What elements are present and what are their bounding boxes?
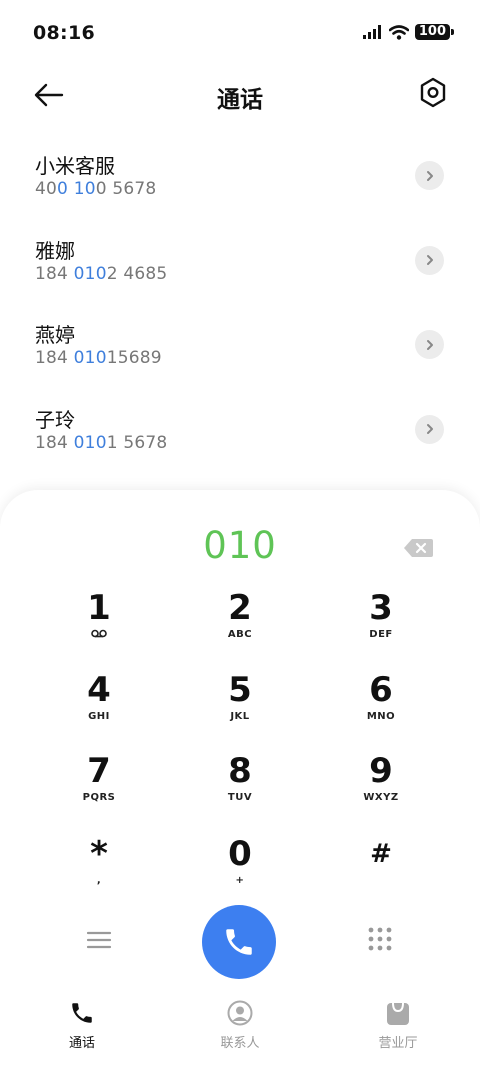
contact-row[interactable]: 子玲 184 0101 5678: [0, 394, 480, 479]
tab-label: 通话: [68, 1036, 95, 1051]
contact-detail-button[interactable]: [415, 330, 444, 359]
settings-hexagon-icon[interactable]: [418, 76, 448, 110]
key-4[interactable]: 4 GHI: [29, 670, 169, 740]
key-5[interactable]: 5 JKL: [170, 670, 310, 740]
key-star[interactable]: * ,: [29, 834, 169, 904]
tab-label: 营业厅: [378, 1036, 418, 1051]
contact-number: 400 100 5678: [35, 179, 157, 199]
contact-number: 184 0102 4685: [35, 263, 168, 284]
contact-detail-button[interactable]: [415, 161, 444, 190]
contact-name: 燕婷: [35, 323, 75, 347]
tab-contacts[interactable]: 联系人: [195, 1000, 285, 1051]
chevron-right-icon: [426, 424, 433, 434]
contact-detail-button[interactable]: [415, 414, 444, 444]
dialpad-panel: 010 1 2 ABC 3 DEF 4 GHI 5 JKL 6 MNO 7 PQ…: [0, 490, 480, 1067]
wifi-icon: [388, 24, 409, 40]
contact-row[interactable]: 小米客服 400 100 5678: [0, 140, 480, 225]
bottom-tab-bar: 通话 联系人 营业厅: [0, 990, 480, 1067]
backspace-icon[interactable]: [404, 539, 433, 557]
contact-name: 小米客服: [35, 154, 115, 178]
key-hash[interactable]: #: [311, 834, 451, 904]
contact-row[interactable]: 雅娜 184 0102 4685: [0, 225, 480, 310]
contact-row[interactable]: 燕婷 184 01015689: [0, 309, 480, 394]
voicemail-icon: [91, 629, 107, 638]
key-0[interactable]: 0 +: [170, 834, 310, 904]
menu-icon[interactable]: [86, 928, 112, 952]
call-button[interactable]: [202, 905, 276, 979]
tab-calls[interactable]: 通话: [37, 1000, 127, 1051]
app-header: 通话: [0, 70, 480, 118]
key-3[interactable]: 3 DEF: [311, 588, 451, 658]
contact-number: 184 0101 5678: [35, 432, 168, 453]
key-8[interactable]: 8 TUV: [170, 751, 310, 821]
contact-results-list: 小米客服 400 100 5678 雅娜 184 0102 4685 燕婷 18…: [0, 140, 480, 478]
battery-indicator: 100: [414, 24, 455, 40]
phone-icon: [226, 929, 252, 955]
status-bar: 08:16 100: [0, 0, 480, 64]
chevron-right-icon: [426, 255, 433, 265]
status-icons: 100: [362, 24, 455, 40]
phone-icon: [72, 1003, 92, 1023]
contact-icon: [227, 1000, 253, 1026]
contact-number: 184 01015689: [35, 348, 162, 368]
key-1[interactable]: 1: [29, 588, 169, 658]
contact-name: 雅娜: [35, 238, 75, 263]
page-title: 通话: [217, 87, 263, 113]
tab-label: 联系人: [220, 1036, 260, 1051]
chevron-right-icon: [426, 170, 433, 181]
shopping-bag-icon: [387, 1002, 409, 1025]
key-2[interactable]: 2 ABC: [170, 588, 310, 658]
key-7[interactable]: 7 PQRS: [29, 751, 169, 821]
chevron-right-icon: [426, 339, 433, 350]
status-time: 08:16: [33, 22, 95, 44]
signal-icon: [362, 25, 381, 39]
keypad-icon[interactable]: [367, 926, 393, 952]
key-9[interactable]: 9 WXYZ: [311, 751, 451, 821]
contact-detail-button[interactable]: [415, 245, 444, 275]
tab-service-hall[interactable]: 营业厅: [353, 1000, 443, 1051]
key-6[interactable]: 6 MNO: [311, 670, 451, 740]
contact-name: 子玲: [35, 407, 75, 432]
